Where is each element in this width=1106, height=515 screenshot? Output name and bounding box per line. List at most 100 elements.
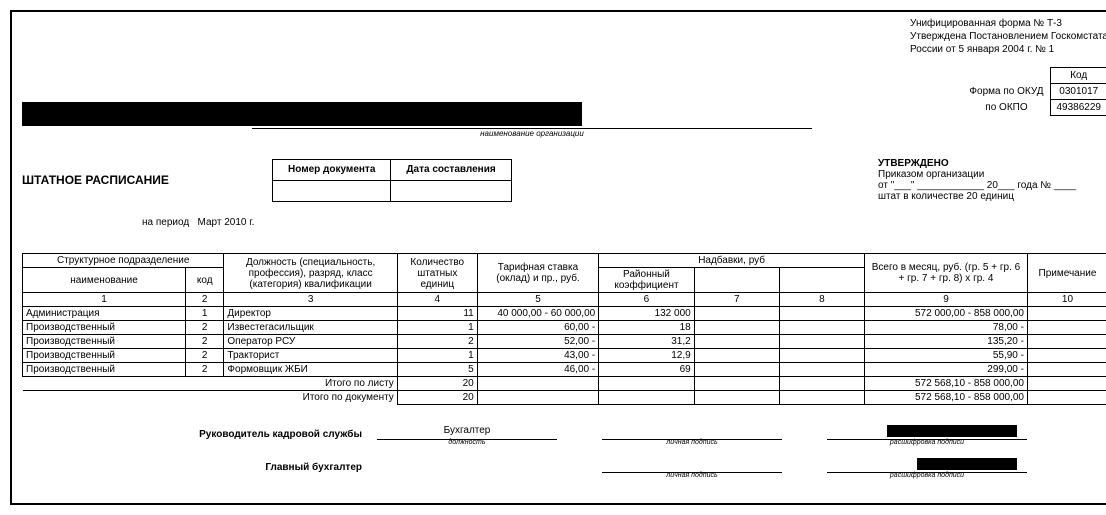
approval-title: УТВЕРЖДЕНО (878, 158, 1106, 169)
cell-total: 572 000,00 - 858 000,00 (864, 307, 1027, 321)
colnum: 3 (224, 293, 397, 307)
cell-c8 (779, 335, 864, 349)
hr-decode-field: расшифровка подписи (827, 425, 1027, 440)
cell-cnt: 11 (397, 307, 477, 321)
cell-c8 (779, 307, 864, 321)
col-code: код (186, 268, 224, 293)
cell-c8 (779, 321, 864, 335)
cell-total: 299,00 - (864, 363, 1027, 377)
col-7 (694, 268, 779, 293)
doc-date-label: Дата составления (391, 159, 511, 180)
header-line: Утверждена Постановлением Госкомстата (910, 30, 1106, 43)
approval-line: Приказом организации (878, 169, 1106, 180)
acc-decode-field: расшифровка подписи (827, 458, 1027, 473)
okud-value: 0301017 (1050, 84, 1106, 100)
redacted-signature (887, 425, 1017, 437)
colnum: 7 (694, 293, 779, 307)
hr-position-value: Бухгалтер (444, 425, 491, 436)
header-line: Унифицированная форма № Т-3 (910, 17, 1106, 30)
signatures-block: Руководитель кадровой службы Бухгалтер д… (22, 425, 1106, 473)
cell-cnt: 1 (397, 321, 477, 335)
colnum: 5 (477, 293, 598, 307)
caption-sign: личная подпись (602, 439, 782, 446)
cell-code: 1 (186, 307, 224, 321)
total-sheet-val: 572 568,10 - 858 000,00 (864, 377, 1027, 391)
colnum: 9 (864, 293, 1027, 307)
colnum: 1 (23, 293, 186, 307)
cell-dk: 18 (599, 321, 695, 335)
cell-rate: 60,00 - (477, 321, 598, 335)
cell-c7 (694, 349, 779, 363)
approval-line: от "___" ____________ 20___ года № ____ (878, 180, 1106, 191)
cell-pos: Тракторист (224, 349, 397, 363)
cell-code: 2 (186, 349, 224, 363)
col-count: Количество штатных единиц (397, 254, 477, 293)
cell-code: 2 (186, 335, 224, 349)
cell-note (1027, 307, 1106, 321)
cell-cnt: 2 (397, 335, 477, 349)
redacted-signature (917, 458, 1017, 470)
cell-total: 78,00 - (864, 321, 1027, 335)
cell-dept: Администрация (23, 307, 186, 321)
cell-dept: Производственный (23, 335, 186, 349)
period-label: на период (142, 217, 189, 228)
cell-rate: 52,00 - (477, 335, 598, 349)
cell-c8 (779, 363, 864, 377)
doc-num-label: Номер документа (273, 159, 391, 180)
period-value: Март 2010 г. (198, 217, 255, 228)
redacted-org-name (22, 102, 582, 126)
cell-total: 135,20 - (864, 335, 1027, 349)
col-rate: Тарифная ставка (оклад) и пр., руб. (477, 254, 598, 293)
approval-line: штат в количестве 20 единиц (878, 191, 1106, 202)
colnum: 10 (1027, 293, 1106, 307)
col-struct: Структурное подразделение (23, 254, 224, 268)
col-8 (779, 268, 864, 293)
code-block: Код Форма по ОКУД 0301017 по ОКПО 493862… (963, 67, 1106, 116)
cell-c7 (694, 307, 779, 321)
colnum: 4 (397, 293, 477, 307)
hr-position-field: Бухгалтер должность (377, 425, 557, 440)
table-row: Производственный2Оператор РСУ252,00 -31,… (23, 335, 1106, 349)
cell-dept: Производственный (23, 321, 186, 335)
header-line: России от 5 января 2004 г. № 1 (910, 43, 1106, 56)
cell-c8 (779, 349, 864, 363)
document-form: Унифицированная форма № Т-3 Утверждена П… (10, 10, 1106, 505)
caption-sign: личная подпись (602, 472, 782, 479)
col-note: Примечание (1027, 254, 1106, 293)
cell-dk: 132 000 (599, 307, 695, 321)
cell-cnt: 5 (397, 363, 477, 377)
acc-label: Главный бухгалтер (22, 462, 372, 473)
col-allowances: Надбавки, руб (599, 254, 865, 268)
table-row: Администрация1Директор1140 000,00 - 60 0… (23, 307, 1106, 321)
cell-dk: 69 (599, 363, 695, 377)
main-table: Структурное подразделение Должность (спе… (22, 253, 1106, 405)
cell-code: 2 (186, 321, 224, 335)
total-doc-val: 572 568,10 - 858 000,00 (864, 391, 1027, 405)
caption-decode: расшифровка подписи (827, 472, 1027, 479)
cell-note (1027, 335, 1106, 349)
okud-label: Форма по ОКУД (963, 84, 1050, 100)
cell-dept: Производственный (23, 349, 186, 363)
cell-pos: Директор (224, 307, 397, 321)
doc-num-value (273, 180, 391, 201)
cell-c7 (694, 321, 779, 335)
acc-sign-field: личная подпись (602, 458, 782, 473)
col-position: Должность (специальность, профессия), ра… (224, 254, 397, 293)
approval-block: УТВЕРЖДЕНО Приказом организации от "___"… (878, 158, 1106, 202)
form-header: Унифицированная форма № Т-3 Утверждена П… (910, 17, 1106, 56)
total-doc-cnt: 20 (397, 391, 477, 405)
cell-note (1027, 349, 1106, 363)
colnum: 8 (779, 293, 864, 307)
total-sheet-cnt: 20 (397, 377, 477, 391)
cell-pos: Формовщик ЖБИ (224, 363, 397, 377)
cell-c7 (694, 363, 779, 377)
col-district: Районный коэффициент (599, 268, 695, 293)
cell-note (1027, 363, 1106, 377)
cell-pos: Известегасильщик (224, 321, 397, 335)
col-name: наименование (23, 268, 186, 293)
colnum: 2 (186, 293, 224, 307)
org-caption: наименование организации (252, 128, 812, 138)
doc-info-table: Номер документа Дата составления (272, 159, 512, 202)
cell-note (1027, 321, 1106, 335)
okpo-value: 49386229 (1050, 100, 1106, 116)
